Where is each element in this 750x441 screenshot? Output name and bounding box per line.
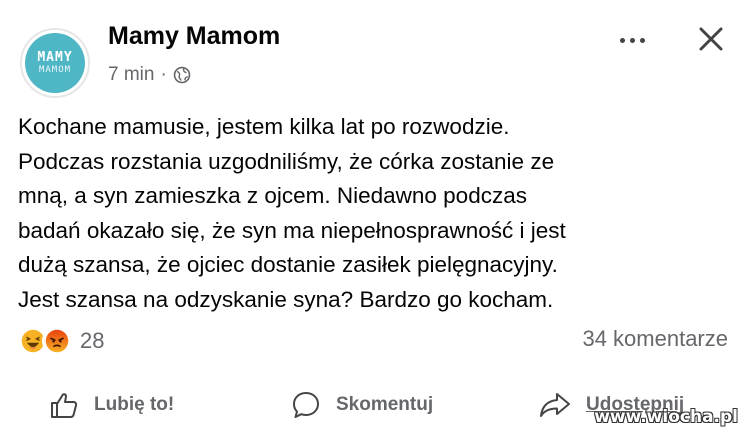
post-text-line: Jest szansa na odzyskanie syna? Bardzo g… <box>18 286 554 312</box>
globe-icon <box>173 66 191 84</box>
comment-label: Skomentuj <box>336 394 434 415</box>
post-meta: 7 min · <box>108 64 191 86</box>
close-icon[interactable] <box>694 22 728 56</box>
post-text-line: badań okazało się, że syn ma niepełnospr… <box>18 217 566 243</box>
page-name[interactable]: Mamy Mamom <box>108 22 280 51</box>
share-arrow-icon <box>540 393 570 417</box>
more-options-button[interactable] <box>612 28 652 52</box>
post-text-line: Podczas rozstania uzgodniliśmy, że córka… <box>18 148 555 174</box>
comments-count[interactable]: 34 komentarze <box>582 326 728 352</box>
avatar-logo-top: MAMY <box>37 50 73 65</box>
avatar-logo: MAMY MAMOM <box>25 33 85 93</box>
more-dots-icon <box>619 37 625 43</box>
like-label: Lubię to! <box>94 394 175 415</box>
watermark: www.wiocha.pl <box>594 407 738 427</box>
like-button[interactable]: Lubię to! <box>48 380 174 430</box>
meta-separator: · <box>160 64 167 85</box>
more-dots-icon <box>639 37 645 43</box>
post-text-line: dużą szansa, że ojciec dostanie zasiłek … <box>18 252 558 277</box>
reaction-count: 28 <box>80 328 105 353</box>
comment-button[interactable]: Skomentuj <box>290 380 433 430</box>
reactions-summary[interactable]: 28 <box>18 326 104 356</box>
thumbs-up-icon <box>51 393 78 418</box>
post-time[interactable]: 7 min <box>108 64 154 86</box>
comment-bubble-icon <box>293 392 319 418</box>
post-text-line: mną, a syn zamieszka z ojcem. Niedawno p… <box>18 183 527 208</box>
avatar-logo-bottom: MAMOM <box>38 65 72 75</box>
post-text-line: Kochane mamusie, jestem kilka lat po roz… <box>18 114 510 139</box>
avatar[interactable]: MAMY MAMOM <box>20 28 90 98</box>
more-dots-icon <box>629 37 635 43</box>
angry-reaction-icon <box>42 326 72 356</box>
post-body: Kochane mamusie, jestem kilka lat po roz… <box>18 110 733 317</box>
